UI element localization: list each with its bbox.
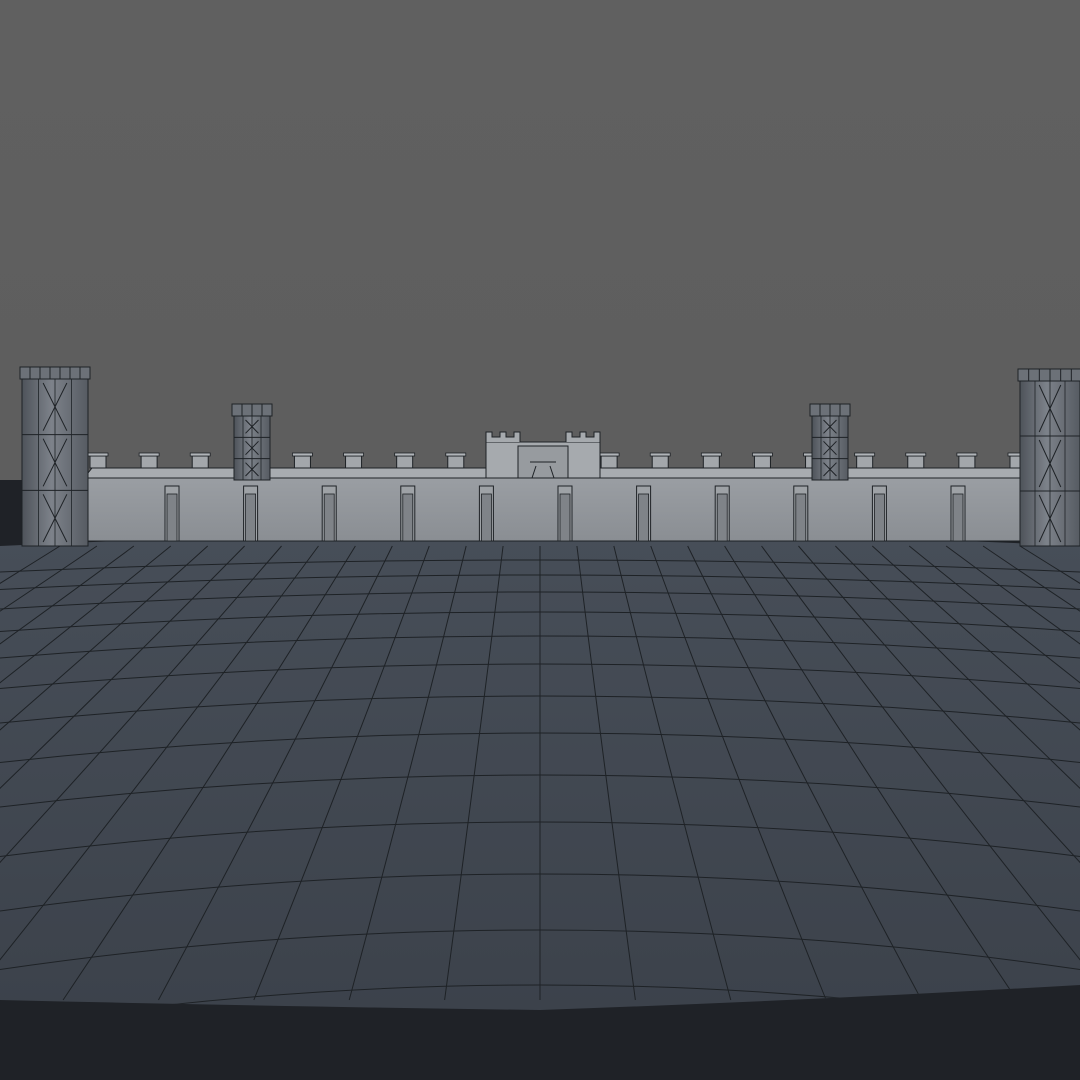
merlon [140,455,158,469]
gatehouse [485,431,601,479]
merlon-cap [138,452,160,457]
tower-crown [1017,368,1080,382]
buttress-inner [638,493,649,542]
merlon [345,455,363,469]
corner-tower-left [19,366,91,547]
merlon-cap [752,452,773,457]
merlon [600,455,618,469]
merlon [856,455,874,469]
inner-tower-right [809,403,851,481]
buttress-inner [716,493,728,542]
merlon-cap [292,452,313,457]
merlon [447,455,465,469]
merlon [191,455,209,469]
merlon-cap [87,452,109,457]
inner-tower-left [231,403,273,481]
merlon-cap [445,452,467,457]
merlon-cap [343,452,364,457]
merlon [907,455,925,469]
merlon [293,455,311,469]
scene-canvas [0,366,1080,1080]
merlon [396,455,414,469]
buttress-inner [166,493,178,542]
merlon-cap [854,452,876,457]
buttress-inner [323,493,335,542]
merlon [651,455,669,469]
merlon [958,455,976,469]
merlon-cap [905,452,927,457]
corner-tower-right [1017,368,1080,547]
buttress-inner [559,493,571,542]
merlon-cap [189,452,211,457]
merlon-cap [598,452,620,457]
merlon-cap [394,452,416,457]
merlon [89,455,107,469]
merlon [753,455,771,469]
buttress-inner [245,493,257,542]
buttress-inner [952,493,964,542]
merlon-cap [956,452,978,457]
merlon [702,455,720,469]
castle-model [19,366,1080,547]
merlon-cap [700,452,722,457]
buttress-inner [480,493,492,542]
buttress-inner [402,493,414,542]
3d-viewport[interactable] [0,0,1080,1080]
merlon-cap [649,452,671,457]
buttress-inner [874,493,885,542]
buttress-inner [795,493,807,542]
